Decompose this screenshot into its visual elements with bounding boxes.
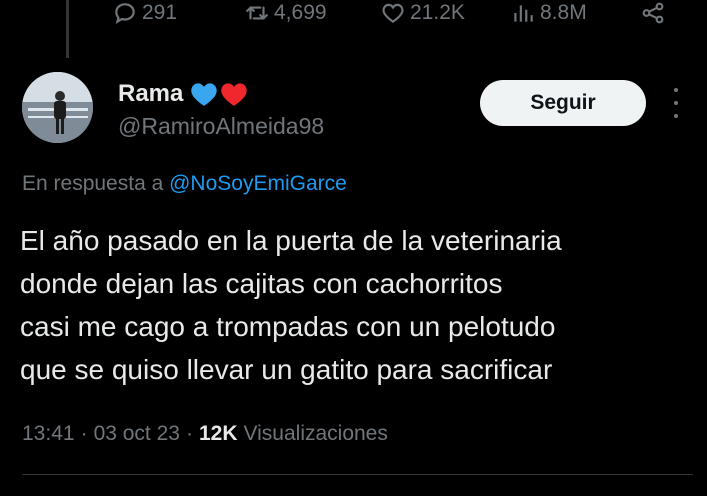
previous-tweet-action-bar: 291 4,699 21.2K 8.8M — [112, 0, 677, 30]
tweet-line: que se quiso llevar un gatito para sacri… — [20, 354, 553, 385]
separator-dot: · — [80, 422, 88, 445]
views-action[interactable]: 8.8M — [510, 0, 587, 26]
reply-count: 291 — [142, 1, 178, 24]
tweet-line: casi me cago a trompadas con un pelotudo — [20, 311, 556, 342]
retweet-count: 4,699 — [274, 1, 327, 24]
views-label[interactable]: Visualizaciones — [244, 422, 388, 446]
blue-heart-icon — [191, 83, 218, 106]
replying-to-prefix: En respuesta a — [22, 172, 164, 195]
author-name-row[interactable]: Rama — [118, 80, 249, 108]
avatar[interactable] — [22, 72, 93, 143]
views-total: 12K — [198, 422, 238, 445]
reply-icon — [112, 0, 138, 26]
tweet-metadata: 13:41 · 03 oct 23 · 12K Visualizaciones — [22, 422, 388, 446]
tweet-line: El año pasado en la puerta de la veterin… — [20, 225, 562, 256]
retweet-action[interactable]: 4,699 — [244, 0, 327, 26]
follow-button[interactable]: Seguir — [480, 80, 646, 126]
tweet-line: donde dejan las cajitas con cachorritos — [20, 268, 503, 299]
replying-to-line: En respuesta a @NoSoyEmiGarce — [22, 172, 347, 196]
like-action[interactable]: 21.2K — [380, 0, 465, 26]
tweet-time[interactable]: 13:41 — [22, 422, 75, 446]
retweet-icon — [244, 0, 270, 26]
separator-dot: · — [185, 422, 193, 445]
thread-connector-line — [66, 0, 69, 58]
author-name[interactable]: Rama — [118, 80, 183, 108]
views-count: 8.8M — [540, 1, 587, 24]
author-handle[interactable]: @RamiroAlmeida98 — [118, 113, 324, 140]
bar-chart-icon — [510, 0, 536, 26]
tweet-text: El año pasado en la puerta de la veterin… — [20, 219, 700, 391]
more-options-icon[interactable] — [670, 88, 682, 118]
replying-to-mention[interactable]: @NoSoyEmiGarce — [169, 172, 347, 195]
reply-action[interactable]: 291 — [112, 0, 177, 26]
avatar-photo — [22, 72, 93, 143]
share-action[interactable] — [640, 0, 666, 26]
like-count: 21.2K — [410, 1, 465, 24]
name-emojis — [189, 81, 249, 107]
share-icon — [640, 0, 666, 26]
divider — [22, 474, 693, 475]
tweet-date[interactable]: 03 oct 23 — [94, 422, 180, 446]
heart-outline-icon — [380, 0, 406, 26]
red-heart-icon — [221, 83, 248, 106]
